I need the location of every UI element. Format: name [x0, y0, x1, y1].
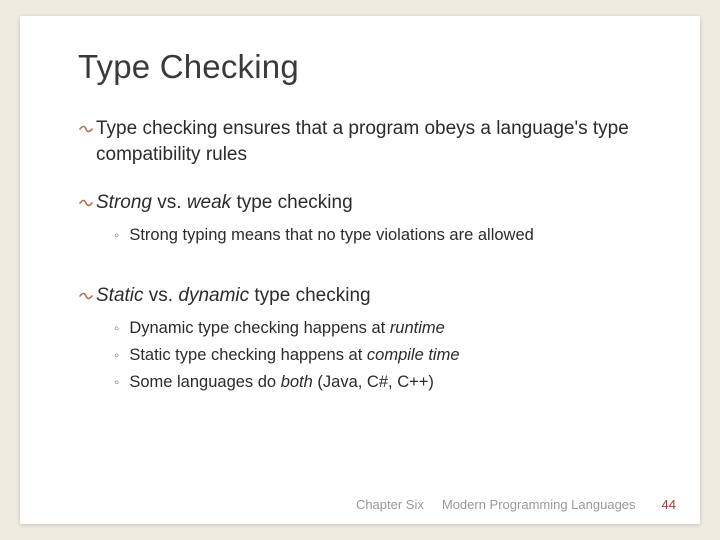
- curly-bullet-icon: [78, 283, 94, 309]
- sub-bullet-item: ◦ Static type checking happens at compile…: [114, 344, 642, 367]
- sub-bullet-text: Strong typing means that no type violati…: [129, 224, 534, 247]
- sub-bullet-text: Dynamic type checking happens at runtime: [129, 317, 445, 340]
- section-gap: [78, 269, 642, 283]
- bullet-list: Type checking ensures that a program obe…: [78, 116, 642, 394]
- sub-bullet-list: ◦ Strong typing means that no type violat…: [114, 224, 642, 247]
- curly-bullet-icon: [78, 116, 94, 142]
- section-gap: [78, 176, 642, 190]
- circle-bullet-icon: ◦: [114, 344, 119, 367]
- bullet-text: Static vs. dynamic type checking: [96, 283, 371, 309]
- sub-bullet-item: ◦ Some languages do both (Java, C#, C++): [114, 371, 642, 394]
- bullet-item: Type checking ensures that a program obe…: [78, 116, 642, 168]
- footer-chapter: Chapter Six: [356, 497, 424, 512]
- curly-bullet-icon: [78, 190, 94, 216]
- bullet-item: Strong vs. weak type checking: [78, 190, 642, 216]
- footer-book-title: Modern Programming Languages: [442, 497, 636, 512]
- bullet-item: Static vs. dynamic type checking: [78, 283, 642, 309]
- bullet-text: Type checking ensures that a program obe…: [96, 116, 642, 168]
- slide-title: Type Checking: [78, 48, 642, 86]
- bullet-text: Strong vs. weak type checking: [96, 190, 353, 216]
- circle-bullet-icon: ◦: [114, 317, 119, 340]
- slide-card: Type Checking Type checking ensures that…: [20, 16, 700, 524]
- circle-bullet-icon: ◦: [114, 371, 119, 394]
- sub-bullet-list: ◦ Dynamic type checking happens at runtim…: [114, 317, 642, 394]
- sub-bullet-text: Static type checking happens at compile …: [129, 344, 459, 367]
- slide-footer: Chapter Six Modern Programming Languages…: [20, 497, 700, 512]
- sub-bullet-item: ◦ Dynamic type checking happens at runtim…: [114, 317, 642, 340]
- circle-bullet-icon: ◦: [114, 224, 119, 247]
- footer-page-number: 44: [662, 497, 676, 512]
- sub-bullet-text: Some languages do both (Java, C#, C++): [129, 371, 434, 394]
- sub-bullet-item: ◦ Strong typing means that no type violat…: [114, 224, 642, 247]
